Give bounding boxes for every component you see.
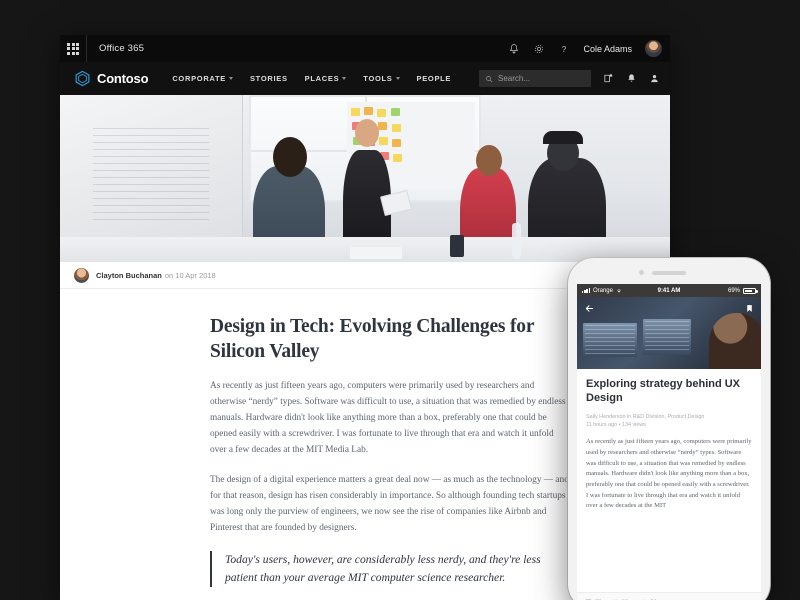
nav-item-tools[interactable]: TOOLS — [363, 74, 400, 83]
article-paragraph-2: The design of a digital experience matte… — [210, 474, 569, 533]
phone-status-bar: Orange 9:41 AM 69% — [577, 284, 761, 297]
suite-bar-right: ? Cole Adams — [508, 40, 670, 57]
phone-screen: Orange 9:41 AM 69% Exploring strategy be… — [577, 284, 761, 600]
phone-article-body: Exploring strategy behind UX Design Sall… — [577, 369, 761, 512]
hero-person-pointing-head — [476, 145, 502, 176]
nav-right-cluster: Search... — [479, 70, 660, 87]
search-icon — [486, 75, 493, 82]
nav-item-places[interactable]: PLACES — [305, 74, 347, 83]
status-time: 9:41 AM — [657, 287, 681, 294]
gear-icon[interactable] — [533, 43, 545, 55]
article-paragraph-1: As recently as just fifteen years ago, c… — [210, 380, 566, 455]
hero-person-presenter-head — [355, 119, 379, 147]
chevron-down-icon — [395, 77, 400, 80]
nav-item-corporate[interactable]: CORPORATE — [172, 74, 233, 83]
phone-article-paragraph: As recently as just fifteen years ago, c… — [586, 438, 752, 510]
nav-item-people-label: PEOPLE — [416, 74, 452, 83]
article-blockquote: Today's users, however, are considerably… — [210, 550, 570, 588]
page-title: Design in Tech: Evolving Challenges for … — [210, 316, 534, 362]
phone-hero-person — [709, 313, 761, 369]
phone-meta-stats: 11 hours ago • 134 views — [586, 421, 646, 428]
help-icon[interactable]: ? — [558, 43, 570, 55]
phone-action-bar: 38 51 24 ••• — [577, 592, 761, 600]
phone-mockup: Orange 9:41 AM 69% Exploring strategy be… — [568, 258, 770, 600]
hero-person-seated-left-head — [273, 137, 307, 177]
article-hero-image — [60, 95, 670, 262]
chevron-down-icon — [228, 77, 233, 80]
status-left: Orange — [582, 288, 622, 294]
battery-icon — [743, 287, 758, 294]
nav-item-tools-label: TOOLS — [363, 74, 393, 83]
bell-icon[interactable] — [508, 43, 520, 55]
phone-camera — [639, 270, 644, 275]
back-arrow-icon[interactable] — [584, 303, 595, 314]
brand-name: Contoso — [97, 71, 149, 86]
author-avatar[interactable] — [74, 267, 89, 283]
phone-hero-image — [577, 297, 761, 369]
nav-item-people[interactable]: PEOPLE — [417, 74, 452, 83]
contoso-logo-icon — [75, 70, 90, 87]
contoso-nav-bar: Contoso CORPORATE STORIES PLACES TOOLS P… — [60, 62, 670, 95]
primary-navigation: CORPORATE STORIES PLACES TOOLS PEOPLE — [172, 74, 451, 83]
account-icon[interactable] — [649, 73, 660, 84]
hero-water-bottle — [512, 223, 521, 259]
search-input[interactable]: Search... — [479, 70, 591, 87]
svg-text:?: ? — [562, 44, 567, 53]
hero-cap — [543, 131, 583, 144]
waffle-icon — [67, 42, 79, 55]
new-item-icon[interactable] — [603, 73, 614, 84]
avatar[interactable] — [645, 40, 662, 57]
bookmark-icon[interactable] — [745, 303, 754, 314]
phone-article-title: Exploring strategy behind UX Design — [586, 378, 741, 404]
brand-home-link[interactable]: Contoso — [74, 70, 149, 87]
carrier-label: Orange — [592, 287, 613, 294]
office365-suite-bar: Office 365 ? Cole Adams — [60, 35, 670, 62]
hero-papers — [350, 247, 402, 259]
nav-item-stories-label: STORIES — [249, 74, 288, 83]
wifi-icon — [616, 289, 622, 293]
phone-hero-monitor-2 — [643, 319, 691, 355]
phone-article-meta: Sally Henderson in R&D Division, Product… — [586, 413, 752, 430]
publish-date: on 10 Apr 2018 — [164, 270, 216, 280]
suite-title[interactable]: Office 365 — [87, 43, 144, 54]
phone-hero-toolbar — [577, 297, 761, 319]
battery-percent-label: 69% — [727, 287, 740, 294]
author-name[interactable]: Clayton Buchanan — [96, 271, 162, 280]
signal-icon — [582, 287, 590, 294]
search-placeholder: Search... — [498, 74, 531, 83]
chevron-down-icon — [342, 77, 347, 80]
nav-item-corporate-label: CORPORATE — [172, 74, 226, 83]
user-name-label[interactable]: Cole Adams — [583, 44, 632, 54]
screenshot-stage: Office 365 ? Cole Adams Contoso CORPORAT… — [0, 0, 800, 600]
hero-pen-cup — [450, 235, 464, 257]
phone-speaker — [652, 271, 686, 275]
bell-icon[interactable] — [626, 73, 637, 84]
status-right: 69% — [727, 287, 758, 294]
nav-item-stories[interactable]: STORIES — [250, 74, 288, 83]
phone-hero-monitor-1 — [583, 323, 637, 357]
nav-item-places-label: PLACES — [304, 74, 340, 83]
app-launcher-button[interactable] — [60, 35, 87, 62]
phone-meta-author: Sally Henderson in R&D Division, Product… — [586, 413, 705, 420]
